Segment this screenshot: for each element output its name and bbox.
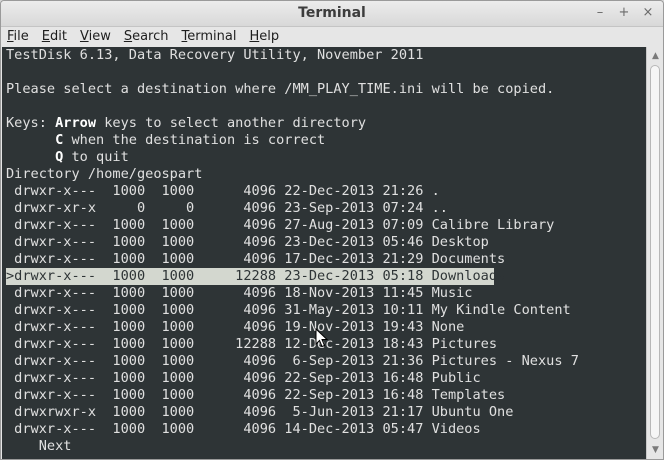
menu-bar: File Edit View Search Terminal Help (1, 27, 663, 47)
directory-entry[interactable]: drwxr-x--- 1000 1000 4096 22-Dec-2013 21… (6, 183, 440, 200)
menu-terminal[interactable]: Terminal (182, 28, 237, 46)
directory-entry[interactable]: drwxr-xr-x 0 0 4096 23-Sep-2013 07:24 .. (6, 200, 448, 217)
scrollbar-thumb[interactable] (650, 65, 660, 439)
next-page-button[interactable]: Next (6, 438, 72, 455)
menu-view[interactable]: View (80, 28, 111, 46)
directory-entry[interactable]: drwxr-x--- 1000 1000 4096 19-Nov-2013 19… (6, 319, 464, 336)
key-arrow-desc: keys to select another directory (96, 115, 367, 131)
key-c-desc: when the destination is correct (63, 132, 326, 148)
menu-help[interactable]: Help (249, 28, 279, 46)
directory-entry[interactable]: drwxr-x--- 1000 1000 4096 18-Nov-2013 11… (6, 285, 472, 302)
directory-entry[interactable]: drwxr-x--- 1000 1000 4096 22-Sep-2013 16… (6, 370, 481, 387)
current-directory: Directory /home/geospart (6, 166, 203, 182)
directory-entry[interactable]: drwxr-x--- 1000 1000 4096 14-Dec-2013 05… (6, 421, 481, 438)
menu-search[interactable]: Search (124, 28, 169, 46)
directory-entry[interactable]: drwxr-x--- 1000 1000 4096 6-Sep-2013 21:… (6, 353, 579, 370)
vertical-scrollbar[interactable]: ▲ ▼ (646, 47, 663, 459)
destination-prompt: Please select a destination where /MM_PL… (6, 81, 555, 97)
menu-file[interactable]: File (7, 28, 29, 46)
keys-help-c: C when the destination is correct (6, 132, 325, 149)
directory-entry[interactable]: drwxr-x--- 1000 1000 4096 27-Aug-2013 07… (6, 217, 554, 234)
minimize-button[interactable]: – (593, 4, 607, 22)
keys-label: Keys: (6, 115, 47, 131)
close-button[interactable]: × (641, 4, 655, 22)
keys-help-arrow: Keys: Arrow keys to select another direc… (6, 115, 366, 132)
directory-entry-selected[interactable]: >drwxr-x--- 1000 1000 12288 23-Dec-2013 … (6, 268, 505, 285)
directory-entry[interactable]: drwxrwxr-x 1000 1000 4096 5-Jun-2013 21:… (6, 404, 513, 421)
directory-entry[interactable]: drwxr-x--- 1000 1000 4096 17-Dec-2013 21… (6, 251, 505, 268)
menu-edit[interactable]: Edit (42, 28, 67, 46)
key-arrow: Arrow (55, 115, 97, 131)
keys-help-q: Q to quit (6, 149, 129, 166)
directory-entry[interactable]: drwxr-x--- 1000 1000 4096 31-May-2013 10… (6, 302, 571, 319)
key-q-desc: to quit (63, 149, 129, 165)
scroll-up-icon[interactable]: ▲ (647, 49, 663, 63)
terminal-window: Terminal – + × File Edit View Search Ter… (0, 0, 664, 460)
mouse-pointer-icon (315, 328, 329, 348)
window-controls: – + × (593, 4, 655, 22)
maximize-button[interactable]: + (617, 4, 631, 22)
window-title: Terminal (298, 5, 366, 21)
title-bar[interactable]: Terminal – + × (1, 1, 663, 27)
directory-entry[interactable]: drwxr-x--- 1000 1000 4096 22-Sep-2013 16… (6, 387, 505, 404)
scroll-down-icon[interactable]: ▼ (647, 443, 663, 457)
directory-entry[interactable]: drwxr-x--- 1000 1000 12288 12-Dec-2013 1… (6, 336, 497, 353)
terminal-output[interactable]: TestDisk 6.13, Data Recovery Utility, No… (2, 47, 646, 459)
testdisk-header: TestDisk 6.13, Data Recovery Utility, No… (6, 47, 424, 63)
directory-entry[interactable]: drwxr-x--- 1000 1000 4096 23-Dec-2013 05… (6, 234, 489, 251)
